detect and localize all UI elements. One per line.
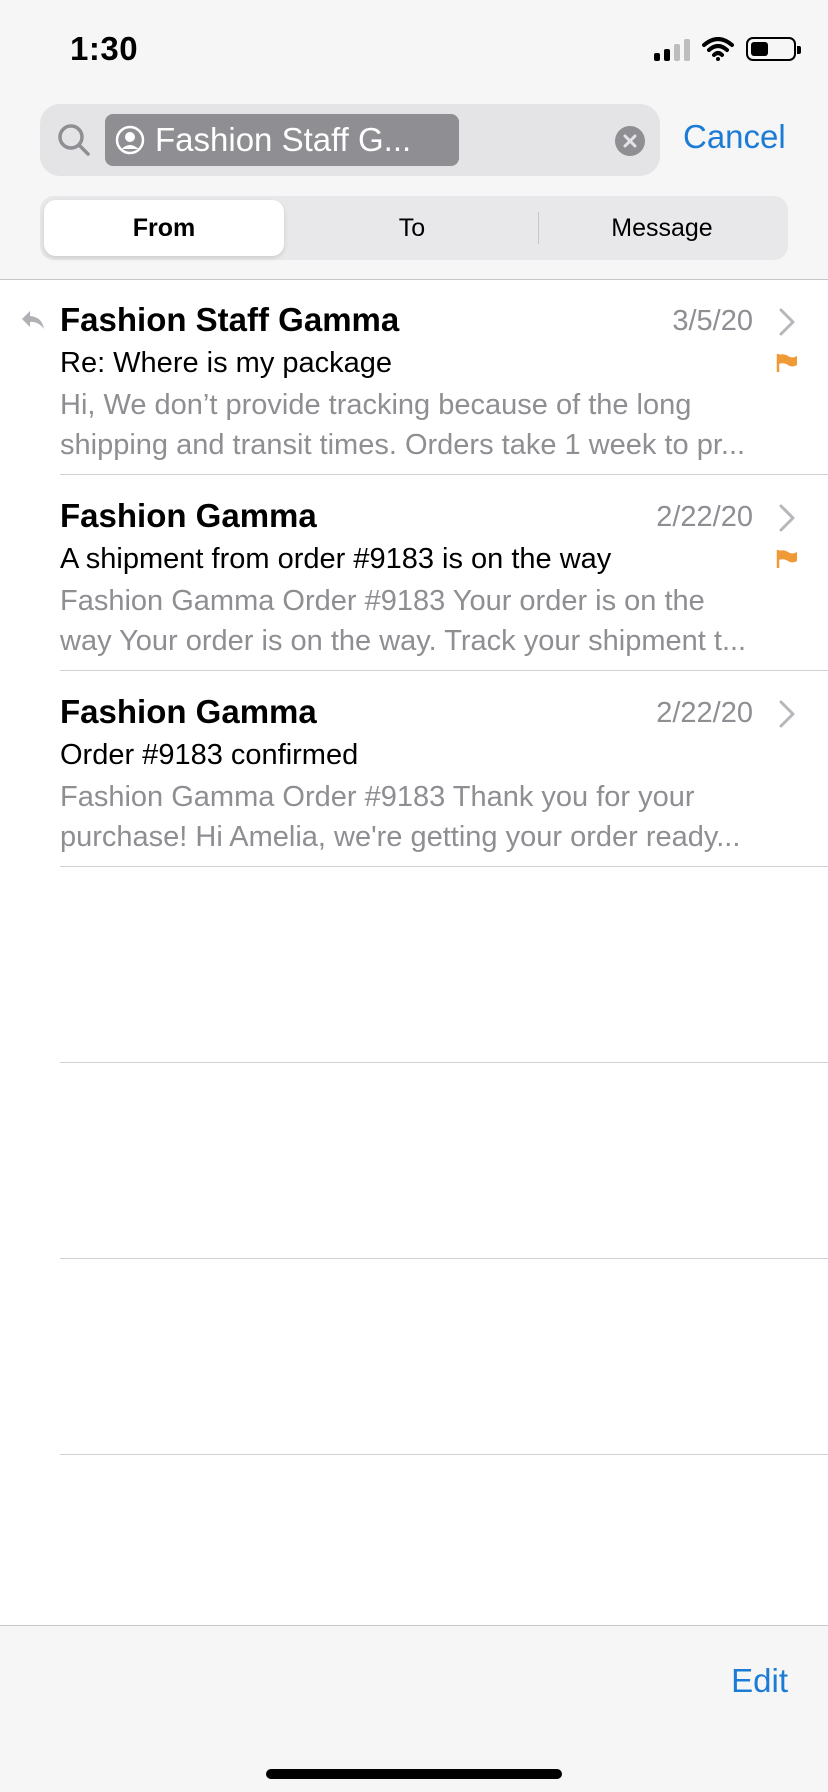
message-preview: Fashion Gamma Order #9183 Your order is … [60, 581, 790, 661]
message-preview: Fashion Gamma Order #9183 Thank you for … [60, 777, 790, 857]
message-subject: A shipment from order #9183 is on the wa… [60, 543, 612, 575]
search-scope-control: From To Message [40, 196, 788, 260]
message-sender: Fashion Gamma [60, 693, 317, 730]
preview-line: way Your order is on the way. Track your… [60, 625, 747, 657]
message-subject: Order #9183 confirmed [60, 739, 359, 771]
empty-row-separator [60, 1258, 828, 1259]
scope-tab-to[interactable]: To [288, 200, 536, 256]
header-area: 1:30 Fashion Staff G... Cancel From To M… [0, 0, 828, 280]
message-date: 2/22/20 [656, 697, 753, 729]
preview-line: Fashion Gamma Order #9183 Thank you for … [60, 781, 695, 813]
message-date: 3/5/20 [672, 305, 753, 337]
chevron-right-icon [779, 700, 795, 728]
message-row[interactable]: Fashion Staff Gamma 3/5/20 Re: Where is … [0, 281, 828, 477]
status-time: 1:30 [70, 30, 139, 67]
search-field[interactable]: Fashion Staff G... [40, 104, 660, 176]
chevron-right-icon [779, 504, 795, 532]
row-separator [60, 670, 828, 671]
search-icon [58, 124, 90, 156]
preview-line: Hi, We don’t provide tracking because of… [60, 389, 692, 421]
flag-icon [776, 550, 797, 568]
wifi-icon [702, 37, 734, 61]
message-preview: Hi, We don’t provide tracking because of… [60, 385, 790, 465]
preview-line: shipping and transit times. Orders take … [60, 429, 746, 461]
preview-line: purchase! Hi Amelia, we're getting your … [60, 821, 741, 853]
preview-line: Fashion Gamma Order #9183 Your order is … [60, 585, 705, 617]
flag-icon [776, 354, 797, 372]
search-token-label: Fashion Staff G... [155, 121, 412, 158]
scope-tab-message[interactable]: Message [540, 200, 784, 256]
message-date: 2/22/20 [656, 501, 753, 533]
message-sender: Fashion Staff Gamma [60, 301, 400, 338]
scope-divider [538, 212, 539, 244]
empty-row-separator [60, 1454, 828, 1455]
message-row[interactable]: Fashion Gamma 2/22/20 A shipment from or… [0, 477, 828, 673]
clear-search-icon[interactable] [614, 125, 646, 157]
cellular-signal-icon [654, 37, 690, 61]
status-icons [654, 34, 801, 64]
person-circle-icon [115, 125, 145, 155]
cancel-button[interactable]: Cancel [683, 118, 786, 156]
search-token[interactable]: Fashion Staff G... [105, 114, 459, 166]
edit-button[interactable]: Edit [731, 1662, 788, 1700]
bottom-toolbar: Edit [0, 1625, 828, 1792]
scope-tab-from[interactable]: From [44, 200, 284, 256]
battery-icon [746, 37, 801, 61]
message-subject: Re: Where is my package [60, 347, 393, 379]
chevron-right-icon [779, 308, 795, 336]
home-indicator[interactable] [266, 1769, 562, 1779]
row-separator [60, 474, 828, 475]
message-row[interactable]: Fashion Gamma 2/22/20 Order #9183 confir… [0, 673, 828, 869]
row-separator [60, 866, 828, 867]
message-sender: Fashion Gamma [60, 497, 317, 534]
replied-icon [22, 311, 44, 329]
empty-row-separator [60, 1062, 828, 1063]
